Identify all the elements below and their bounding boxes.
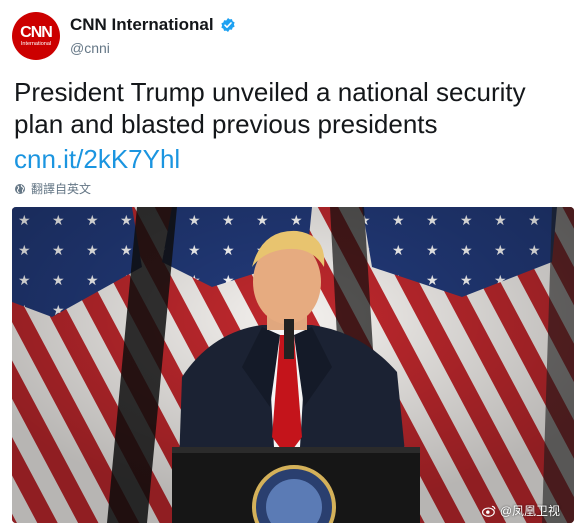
avatar-subtext: International	[20, 40, 52, 47]
verified-badge-icon	[220, 18, 235, 32]
watermark-text: @凤凰卫视	[499, 504, 560, 518]
handle[interactable]: @cnni	[70, 40, 110, 56]
globe-icon	[15, 183, 25, 194]
weibo-icon	[481, 505, 496, 517]
tweet-link[interactable]: cnn.it/2kK7Yhl	[14, 144, 180, 175]
tweet-header: CNN International CNN International @cnn…	[12, 12, 572, 60]
photo-illustration: ★	[12, 207, 574, 523]
avatar[interactable]: CNN International	[12, 12, 60, 60]
watermark: @凤凰卫视	[481, 502, 560, 519]
tweet-text: President Trump unveiled a national secu…	[14, 77, 526, 139]
avatar-logo-text: CNN	[20, 23, 53, 41]
translate-label: 翻譯自英文	[31, 182, 92, 196]
translate-tweet[interactable]: 翻譯自英文	[14, 180, 91, 197]
name-row: CNN International	[70, 15, 236, 35]
tweet-photo[interactable]: ★	[12, 207, 574, 523]
display-name[interactable]: CNN International	[70, 15, 214, 35]
